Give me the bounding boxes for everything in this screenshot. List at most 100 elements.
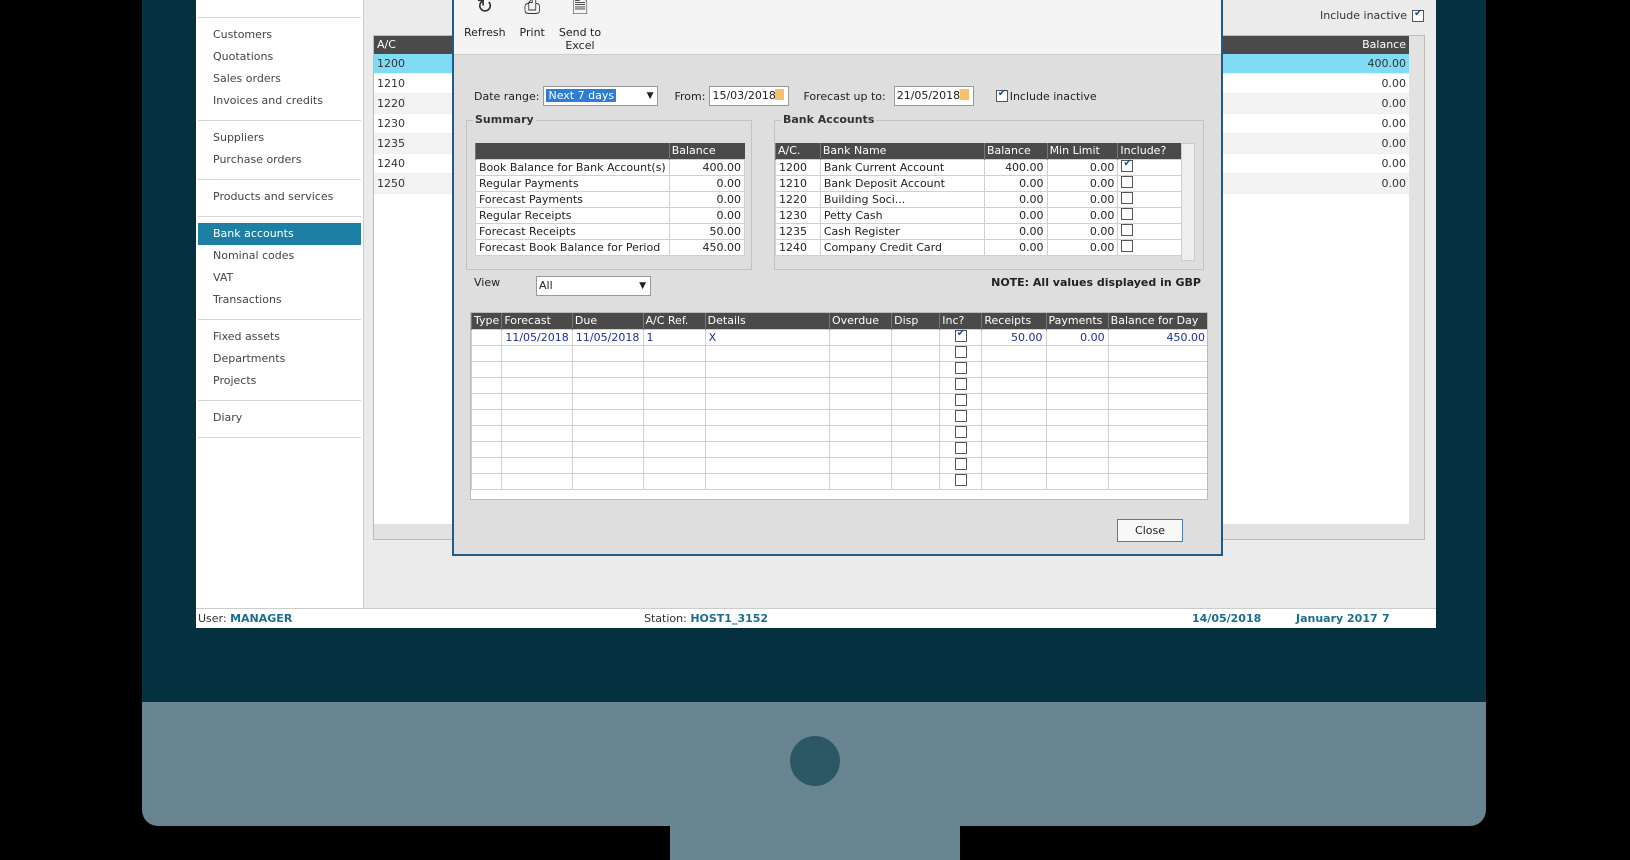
trans-header-cell[interactable]: Payments [1045,313,1109,329]
trans-header-cell[interactable]: Forecast [501,313,573,329]
table-row[interactable] [471,360,1207,378]
table-row[interactable] [471,344,1207,362]
calendar-icon[interactable] [775,89,785,100]
nav-item-transactions[interactable]: Transactions [198,289,361,311]
nav-item-projects[interactable]: Projects [198,370,361,392]
inc-checkbox[interactable] [954,425,967,438]
table-row[interactable]: 1210 Bank Deposit Account 0.00 0.00 [775,174,1183,192]
nav-item-customers[interactable]: Customers [198,24,361,46]
empty-cell [571,392,644,410]
table-row[interactable] [471,376,1207,394]
trans-header-cell[interactable]: Balance for Day [1107,313,1207,329]
trans-header-cell[interactable]: Overdue [828,313,892,329]
bank-header-cell[interactable]: Bank Name [819,143,985,159]
trans-header-cell[interactable]: Type [471,313,502,329]
include-inactive-checkbox[interactable] [1412,8,1424,22]
account-balance: 0.00 [1381,177,1407,190]
bank-header-cell[interactable]: A/C. [775,143,821,159]
empty-cell [471,360,503,378]
table-row[interactable] [471,472,1207,490]
forecast-date-field[interactable]: 21/05/2018 [893,86,974,106]
bank-ac: 1220 [775,190,821,208]
table-row[interactable] [471,456,1207,474]
chevron-down-icon: ▼ [646,91,654,101]
trans-header-cell[interactable]: Disp [891,313,940,329]
inc-checkbox[interactable] [954,457,967,470]
nav-item-products-and-services[interactable]: Products and services [198,186,361,208]
include-checkbox[interactable] [1121,223,1134,236]
column-header-ac[interactable]: A/C [377,36,396,54]
inc-checkbox[interactable] [954,377,967,390]
nav-item-sales-orders[interactable]: Sales orders [198,68,361,90]
include-checkbox[interactable] [1121,191,1134,204]
nav-item-purchase-orders[interactable]: Purchase orders [198,149,361,171]
inc-checkbox[interactable] [954,409,967,422]
inc-checkbox[interactable] [954,328,967,342]
bank-accounts-table: A/C. Bank Name Balance Min Limit Include? 120… [775,143,1183,256]
empty-cell [828,424,893,442]
dialog-include-inactive-checkbox[interactable] [995,88,1008,102]
empty-cell [1107,392,1207,410]
inc-checkbox[interactable] [954,345,967,358]
table-row[interactable]: 1230 Petty Cash 0.00 0.00 [775,206,1183,224]
trans-header-cell[interactable]: A/C Ref. [642,313,706,329]
empty-cell [939,360,983,378]
print-button[interactable]: ⎙ Print [520,0,545,54]
table-row[interactable]: 11/05/201811/05/20181X50.000.00450.00 [471,328,1207,346]
nav-item-departments[interactable]: Departments [198,348,361,370]
empty-cell [1045,424,1109,442]
empty-cell [704,376,830,394]
nav-item-bank-accounts[interactable]: Bank accounts [198,223,361,245]
inc-checkbox[interactable] [954,361,967,374]
empty-cell [981,424,1047,442]
empty-cell [828,392,893,410]
inc-checkbox[interactable] [954,473,967,486]
empty-cell [1045,344,1109,362]
table-row[interactable] [471,440,1207,458]
empty-cell [981,376,1047,394]
date-range-select[interactable]: Next 7 days ▼ [543,86,659,106]
inc-checkbox[interactable] [954,441,967,454]
table-row[interactable] [471,424,1207,442]
include-checkbox[interactable] [1121,207,1134,220]
table-row[interactable]: 1220 Building Soci... 0.00 0.00 [775,190,1183,208]
include-inactive-toggle[interactable]: Include inactive [1320,8,1424,22]
column-header-balance[interactable]: Balance [1362,36,1406,54]
inc-checkbox[interactable] [954,393,967,406]
include-checkbox[interactable] [1121,175,1134,188]
bank-header-cell[interactable]: Min Limit [1046,143,1118,159]
account-balance: 0.00 [1381,77,1407,90]
close-button[interactable]: Close [1117,519,1183,542]
empty-cell [704,360,830,378]
table-row[interactable] [471,408,1207,426]
nav-item-invoices-and-credits[interactable]: Invoices and credits [198,90,361,112]
send-to-excel-button[interactable]: 🗎 Send to Excel [559,0,601,54]
nav-item-diary[interactable]: Diary [198,407,361,429]
nav-item-vat[interactable]: VAT [198,267,361,289]
table-row[interactable] [471,392,1207,410]
nav-item-quotations[interactable]: Quotations [198,46,361,68]
empty-cell [642,456,706,474]
vertical-scrollbar[interactable] [1409,36,1424,539]
view-select[interactable]: All ▼ [536,276,651,296]
nav-item-nominal-codes[interactable]: Nominal codes [198,245,361,267]
calendar-icon[interactable] [959,89,969,100]
include-checkbox[interactable] [1121,239,1134,252]
trans-header-cell[interactable]: Receipts [981,313,1047,329]
nav-item-fixed-assets[interactable]: Fixed assets [198,326,361,348]
nav-item-suppliers[interactable]: Suppliers [198,127,361,149]
from-date-field[interactable]: 15/03/2018 [709,86,790,106]
empty-cell [828,376,893,394]
trans-header-cell[interactable]: Due [571,313,643,329]
bank-table-scrollbar[interactable] [1181,143,1195,261]
nav-group: Products and services [198,180,361,217]
trans-header-cell[interactable]: Details [704,313,830,329]
refresh-button[interactable]: ↻ Refresh [464,0,506,54]
empty-cell [891,472,941,490]
include-checkbox[interactable] [1121,158,1134,172]
status-bar: User: MANAGER Station: HOST1_3152 14/05/… [196,608,1436,628]
table-row[interactable]: 1240 Company Credit Card 0.00 0.00 [775,238,1183,256]
table-row[interactable]: 1200 Bank Current Account 400.00 0.00 [775,158,1183,176]
bank-header-cell[interactable]: Balance [983,143,1048,159]
table-row[interactable]: 1235 Cash Register 0.00 0.00 [775,222,1183,240]
